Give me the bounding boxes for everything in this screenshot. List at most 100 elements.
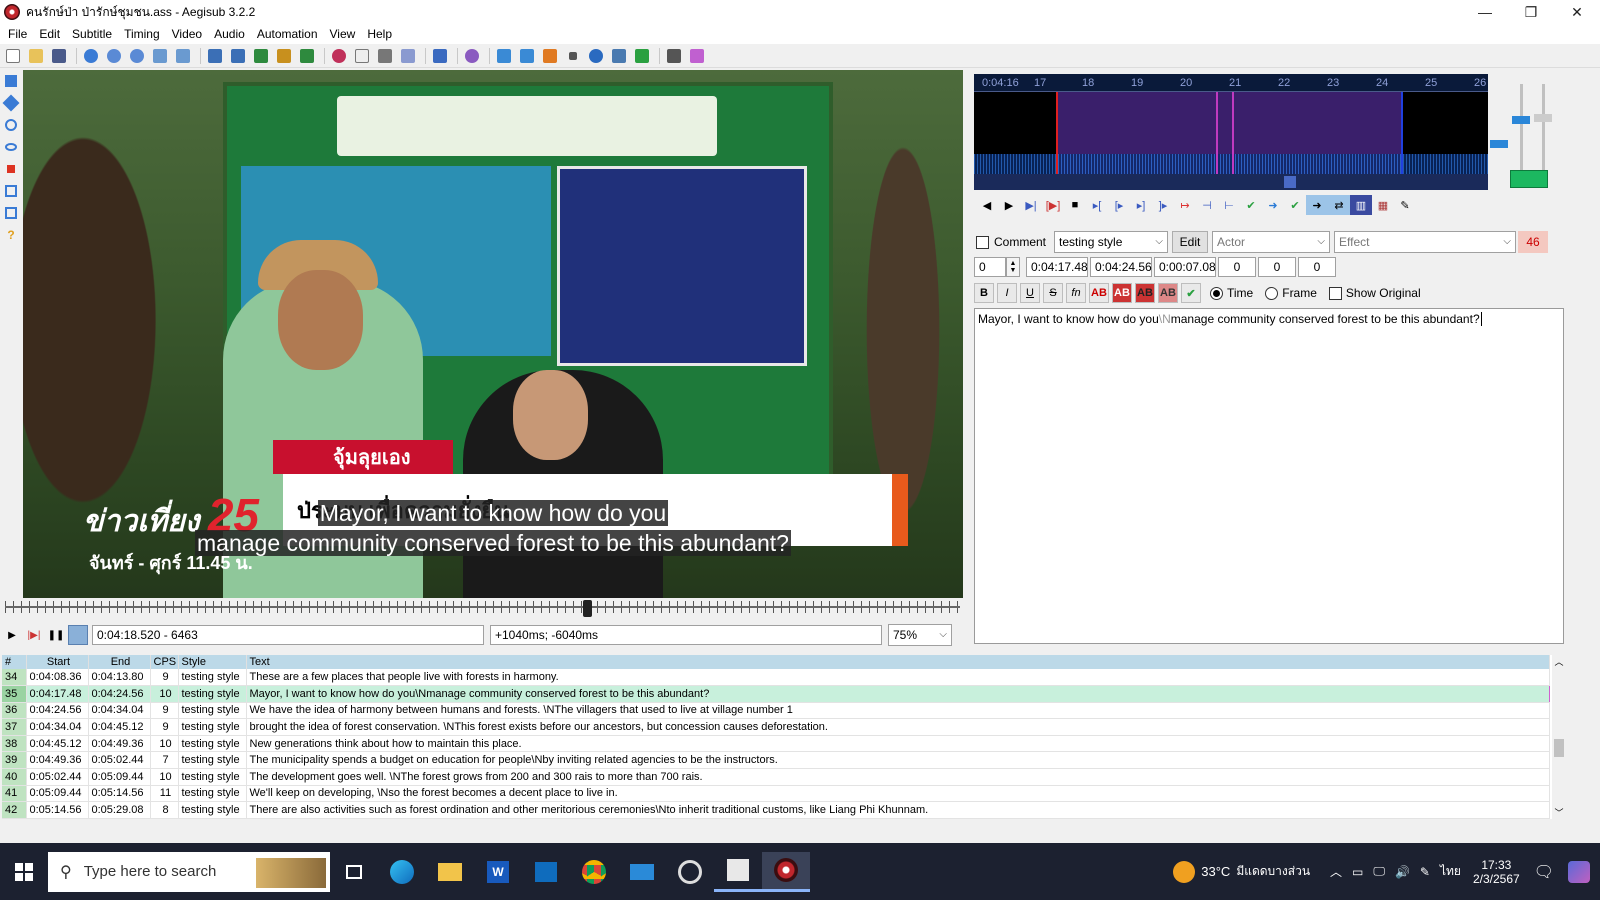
subtitle-text-editor[interactable]: Mayor, I want to know how do you\Nmanage… bbox=[974, 308, 1564, 644]
menu-subtitle[interactable]: Subtitle bbox=[66, 27, 118, 41]
play-current-line-icon[interactable]: [▶] bbox=[1042, 195, 1064, 215]
margin-vertical-field[interactable]: 0 bbox=[1298, 257, 1336, 277]
grid-scrollbar[interactable]: ︿ ﹀ bbox=[1552, 655, 1566, 819]
menu-file[interactable]: File bbox=[2, 27, 33, 41]
minimize-button[interactable]: — bbox=[1462, 0, 1508, 24]
table-row[interactable]: 36 0:04:24.56 0:04:34.04 9 testing style… bbox=[2, 702, 1550, 720]
column-header-cps[interactable]: CPS bbox=[150, 655, 179, 669]
menu-help[interactable]: Help bbox=[361, 27, 398, 41]
commit-icon[interactable]: ✔ bbox=[1240, 195, 1262, 215]
maximize-button[interactable]: ❐ bbox=[1508, 0, 1554, 24]
table-row[interactable]: 39 0:04:49.36 0:05:02.44 7 testing style… bbox=[2, 751, 1550, 770]
chevron-down-icon[interactable]: ﹀ bbox=[1552, 806, 1566, 819]
stop-audio-icon[interactable]: ■ bbox=[1064, 195, 1086, 215]
font-button[interactable]: fn bbox=[1066, 283, 1086, 303]
shadow-color-button[interactable]: AB bbox=[1158, 283, 1178, 303]
vector-clip-icon[interactable] bbox=[3, 205, 19, 221]
auto-scroll-icon[interactable] bbox=[68, 625, 88, 645]
volume-slider[interactable] bbox=[1534, 114, 1552, 122]
menu-timing[interactable]: Timing bbox=[118, 27, 166, 41]
play-after-icon[interactable]: ]▸ bbox=[1152, 195, 1174, 215]
table-row[interactable]: 41 0:05:09.44 0:05:14.56 11 testing styl… bbox=[2, 785, 1550, 803]
microsoft-store-icon[interactable] bbox=[522, 852, 570, 892]
timing-post-processor-icon[interactable] bbox=[586, 46, 606, 66]
menu-edit[interactable]: Edit bbox=[33, 27, 66, 41]
jump-to-icon[interactable] bbox=[81, 46, 101, 66]
go-to-next-icon[interactable]: ➜ bbox=[1262, 195, 1284, 215]
next-line-icon[interactable]: ▶ bbox=[998, 195, 1020, 215]
table-row[interactable]: 38 0:04:45.12 0:04:49.36 10 testing styl… bbox=[2, 735, 1550, 753]
tag-hide-icon[interactable] bbox=[687, 46, 707, 66]
line-end-marker[interactable] bbox=[1401, 92, 1403, 174]
layer-field[interactable]: 0 bbox=[974, 257, 1006, 277]
strikeout-button[interactable]: S bbox=[1043, 283, 1063, 303]
audio-scroll-thumb[interactable] bbox=[1284, 176, 1296, 188]
video-seek-slider[interactable] bbox=[5, 600, 960, 617]
weather-icon[interactable] bbox=[1173, 860, 1196, 883]
styles-manager-icon[interactable] bbox=[205, 46, 225, 66]
karaoke-icon[interactable]: ▦ bbox=[1372, 195, 1394, 215]
word-icon[interactable]: W bbox=[474, 852, 522, 892]
help-icon[interactable]: ? bbox=[3, 227, 19, 243]
close-button[interactable]: ✕ bbox=[1554, 0, 1600, 24]
menu-audio[interactable]: Audio bbox=[208, 27, 251, 41]
save-file-icon[interactable] bbox=[49, 46, 69, 66]
volume-track[interactable] bbox=[1542, 84, 1545, 174]
pause-icon[interactable]: ❚❚ bbox=[46, 625, 66, 645]
edit-style-button[interactable]: Edit bbox=[1172, 231, 1209, 253]
underline-button[interactable]: U bbox=[1020, 283, 1040, 303]
horizontal-zoom-track[interactable] bbox=[1520, 84, 1523, 174]
input-language[interactable]: ไทย bbox=[1440, 862, 1461, 881]
replace-icon[interactable] bbox=[173, 46, 193, 66]
margin-right-field[interactable]: 0 bbox=[1258, 257, 1296, 277]
tools-icon[interactable] bbox=[375, 46, 395, 66]
find-icon[interactable] bbox=[150, 46, 170, 66]
time-radio[interactable] bbox=[1210, 286, 1223, 300]
lead-in-icon[interactable]: ⊣ bbox=[1196, 195, 1218, 215]
chevron-up-icon[interactable]: ︿ bbox=[1330, 863, 1342, 880]
start-button[interactable] bbox=[0, 852, 48, 892]
italic-button[interactable]: I bbox=[997, 283, 1017, 303]
weather-temp[interactable]: 33°C bbox=[1201, 864, 1230, 879]
auto-commit-icon[interactable]: ✔ bbox=[1284, 195, 1306, 215]
spell-check-icon[interactable] bbox=[352, 46, 372, 66]
snipping-tool-icon[interactable] bbox=[666, 852, 714, 892]
notification-icon[interactable]: 🗨 bbox=[1534, 862, 1554, 882]
time-frame-display[interactable]: 0:04:18.520 - 6463 bbox=[92, 625, 484, 645]
play-last-500-icon[interactable]: ▸] bbox=[1130, 195, 1152, 215]
link-sliders-toggle[interactable] bbox=[1510, 170, 1548, 188]
network-icon[interactable]: ▭ bbox=[1352, 865, 1363, 879]
properties-icon[interactable] bbox=[297, 46, 317, 66]
menu-view[interactable]: View bbox=[324, 27, 362, 41]
column-header-style[interactable]: Style bbox=[178, 655, 247, 669]
display-icon[interactable]: 🖵 bbox=[1373, 864, 1385, 879]
column-header-end[interactable]: End bbox=[88, 655, 151, 669]
primary-color-button[interactable]: AB bbox=[1089, 283, 1109, 303]
standard-tool-icon[interactable] bbox=[3, 73, 19, 89]
split-icon[interactable]: ✎ bbox=[1394, 195, 1416, 215]
weather-description[interactable]: มีแดดบางส่วน bbox=[1236, 862, 1310, 881]
frame-radio[interactable] bbox=[1265, 286, 1279, 300]
start-time-field[interactable]: 0:04:17.48 bbox=[1026, 257, 1088, 277]
table-row[interactable]: 37 0:04:34.04 0:04:45.12 9 testing style… bbox=[2, 718, 1550, 736]
audio-display[interactable]: 0:04:16 17 18 19 20 21 22 23 24 25 26 bbox=[974, 74, 1488, 190]
auto-next-icon[interactable]: ➜ bbox=[1306, 195, 1328, 215]
video-details-icon[interactable] bbox=[462, 46, 482, 66]
column-header-text[interactable]: Text bbox=[246, 655, 1550, 669]
column-header-start[interactable]: Start bbox=[26, 655, 89, 669]
zoom-in-icon[interactable] bbox=[104, 46, 124, 66]
edge-browser-icon[interactable] bbox=[378, 852, 426, 892]
table-row[interactable]: 34 0:04:08.36 0:04:13.80 9 testing style… bbox=[2, 669, 1550, 687]
play-to-end-icon[interactable]: ↦ bbox=[1174, 195, 1196, 215]
auto-scroll-audio-icon[interactable]: ⇄ bbox=[1328, 195, 1350, 215]
scale-icon[interactable] bbox=[3, 161, 19, 177]
calendar-app-icon[interactable] bbox=[714, 852, 762, 892]
secondary-color-button[interactable]: AB bbox=[1112, 283, 1132, 303]
end-time-field[interactable]: 0:04:24.56 bbox=[1090, 257, 1152, 277]
aegisub-taskbar-icon[interactable] bbox=[762, 851, 810, 892]
play-icon[interactable]: ▶ bbox=[2, 625, 22, 645]
pen-icon[interactable]: ✎ bbox=[1420, 865, 1430, 879]
snap-start-icon[interactable] bbox=[494, 46, 514, 66]
drag-tool-icon[interactable] bbox=[2, 94, 20, 112]
new-file-icon[interactable] bbox=[3, 46, 23, 66]
